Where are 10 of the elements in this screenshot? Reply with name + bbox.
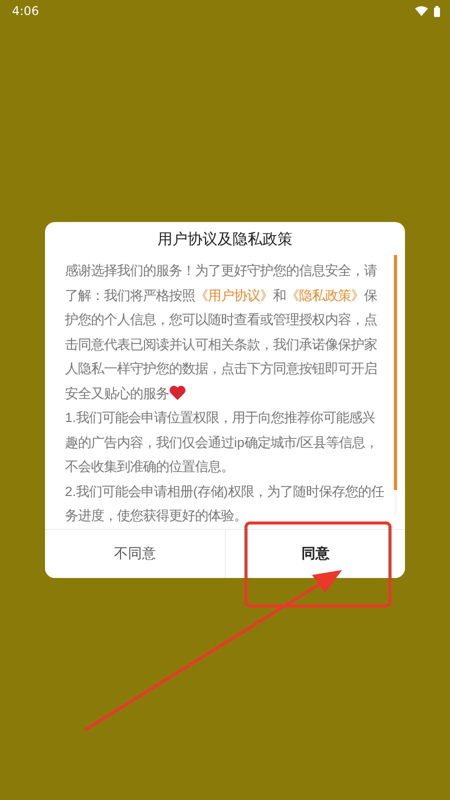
scrollbar[interactable] — [394, 255, 397, 517]
agree-button[interactable]: 同意 — [224, 530, 405, 578]
paragraph: 1.我们可能会申请位置权限，用于向您推荐你可能感兴趣的广告内容，我们仅会通过ip确定城市/区县等信息，不会收集到准确的位置信息。 — [65, 409, 380, 476]
paragraph: 2.我们可能会申请相册(存储)权限，为了随时保存您的任务进度，使您获得更好的体验。 — [65, 482, 385, 525]
dialog-title: 用户协议及隐私政策 — [156, 229, 294, 250]
wifi-icon — [415, 6, 428, 16]
battery-icon — [434, 6, 440, 16]
paragraph: 感谢选择我们的服务！为了更好守护您的信息安全，请了解：我们将严格按照《用户协议》和《隐私政策》保护您的个人信息，您可以随时查看或管理授权内容，点击同意代表已阅读并认可相关条款，我们承诺像保护家人隐私一样守护您的数据，点击下方同意按钮即可开启安全又贴心的服务 — [65, 262, 378, 402]
status-time: 4:06 — [12, 4, 39, 18]
heart-icon — [169, 384, 186, 400]
